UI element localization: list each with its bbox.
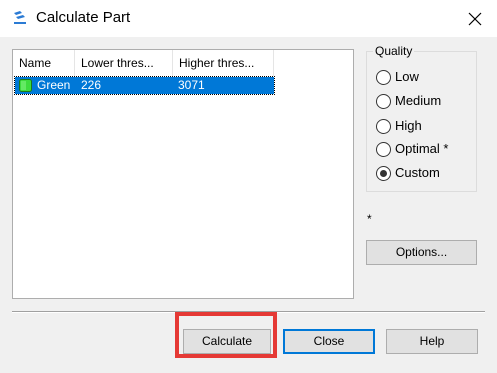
radio-low-label: Low — [395, 69, 419, 84]
radio-custom-label: Custom — [395, 165, 440, 180]
list-header: Name Lower thres... Higher thres... — [13, 50, 353, 76]
parts-list[interactable]: Name Lower thres... Higher thres... Gree… — [12, 49, 354, 299]
radio-low[interactable]: Low — [376, 68, 419, 86]
calculate-button[interactable]: Calculate — [183, 329, 271, 354]
options-button[interactable]: Options... — [366, 240, 477, 265]
radio-low-circle[interactable] — [376, 69, 391, 85]
list-item-green[interactable]: Green 226 3071 — [14, 76, 275, 95]
footnote-marker: * — [367, 212, 372, 226]
row-higher-threshold: 3071 — [178, 78, 205, 92]
column-header-higher-threshold[interactable]: Higher thres... — [173, 50, 274, 76]
radio-optimal-circle[interactable] — [376, 141, 391, 157]
quality-group-title: Quality — [373, 44, 415, 58]
radio-custom[interactable]: Custom — [376, 164, 440, 182]
app-logo-icon — [12, 10, 28, 26]
radio-optimal-label: Optimal * — [395, 141, 449, 156]
radio-custom-circle[interactable] — [376, 165, 391, 181]
close-window-button[interactable] — [457, 4, 493, 34]
radio-medium-label: Medium — [395, 93, 442, 108]
help-button[interactable]: Help — [386, 329, 478, 354]
column-header-lower-threshold[interactable]: Lower thres... — [75, 50, 173, 76]
window-title: Calculate Part — [36, 9, 131, 26]
row-lower-threshold: 226 — [81, 78, 102, 92]
close-icon — [468, 12, 482, 26]
column-header-name[interactable]: Name — [13, 50, 75, 76]
row-name: Green — [37, 78, 71, 92]
radio-high[interactable]: High — [376, 117, 422, 135]
radio-medium[interactable]: Medium — [376, 92, 441, 110]
color-swatch-icon — [19, 79, 32, 92]
divider — [12, 311, 485, 313]
radio-optimal[interactable]: Optimal * — [376, 140, 448, 158]
calculate-part-dialog: Calculate Part Name Lower thres... Highe… — [0, 0, 497, 373]
radio-high-circle[interactable] — [376, 118, 391, 134]
title-bar: Calculate Part — [0, 0, 497, 37]
radio-medium-circle[interactable] — [376, 93, 391, 109]
close-button[interactable]: Close — [283, 329, 375, 354]
radio-high-label: High — [395, 118, 422, 133]
